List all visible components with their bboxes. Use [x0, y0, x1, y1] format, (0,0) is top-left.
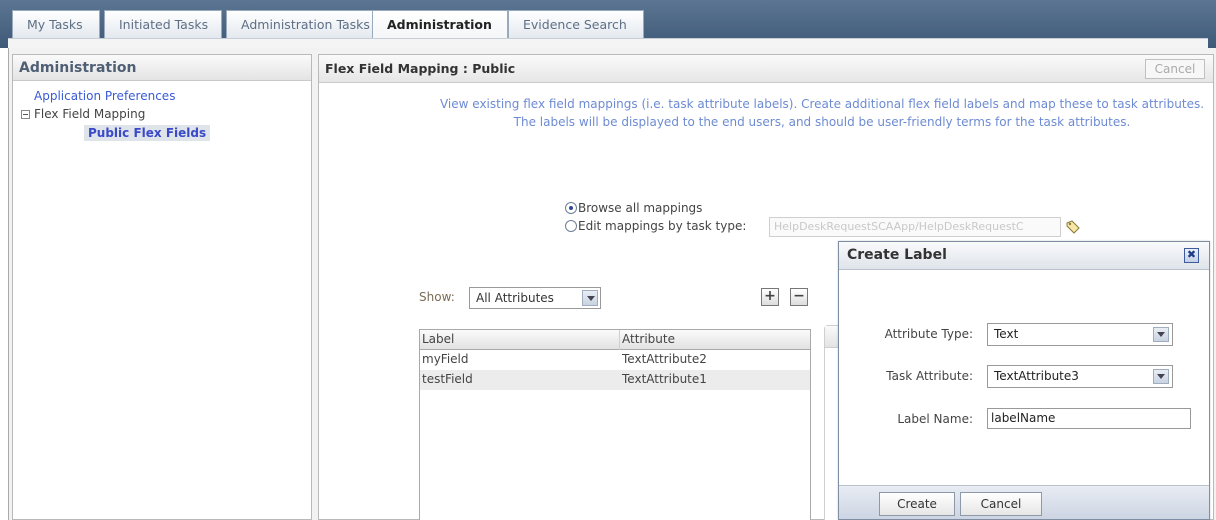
dialog-cancel-button[interactable]: Cancel — [960, 492, 1042, 516]
tab-strip: My Tasks Initiated Tasks Administration … — [8, 10, 1208, 40]
cell-attribute: TextAttribute2 — [622, 352, 707, 366]
task-attribute-value: TextAttribute3 — [994, 369, 1079, 383]
page-title-bar: Flex Field Mapping : Public Cancel — [319, 55, 1213, 83]
mappings-table: Label Attribute myField TextAttribute2 t… — [419, 329, 811, 520]
radio-edit-label: Edit mappings by task type: — [578, 219, 747, 233]
tab-my-tasks[interactable]: My Tasks — [12, 10, 100, 38]
collapse-icon[interactable] — [21, 110, 30, 119]
add-button[interactable]: + — [761, 288, 779, 306]
radio-selected-icon[interactable] — [565, 202, 577, 214]
search-lookup-icon[interactable] — [1065, 220, 1081, 234]
tab-administration[interactable]: Administration — [372, 10, 508, 40]
dialog-title-bar: Create Label ✖ — [839, 242, 1209, 270]
radio-edit-by-task-type[interactable]: Edit mappings by task type: — [565, 219, 746, 233]
show-filter-value: All Attributes — [476, 291, 554, 305]
create-button[interactable]: Create — [879, 492, 955, 516]
cell-attribute: TextAttribute1 — [622, 372, 707, 386]
tab-initiated-tasks[interactable]: Initiated Tasks — [104, 10, 222, 38]
tab-label: Initiated Tasks — [119, 17, 209, 32]
cell-label: testField — [422, 372, 473, 386]
label-name-input[interactable]: labelName — [987, 408, 1191, 429]
page-title: Flex Field Mapping : Public — [325, 61, 516, 76]
cancel-button[interactable]: Cancel — [1145, 59, 1205, 79]
tab-label: Administration — [387, 17, 492, 32]
task-attribute-label: Task Attribute: — [886, 369, 973, 383]
sidebar-item-public-flex-fields[interactable]: Public Flex Fields — [84, 125, 211, 141]
table-header: Label Attribute — [420, 330, 810, 350]
remove-button[interactable]: − — [790, 288, 808, 306]
admin-sidebar: Administration Application Preferences F… — [12, 54, 312, 520]
cell-label: myField — [422, 352, 469, 366]
tab-administration-tasks[interactable]: Administration Tasks — [226, 10, 374, 38]
task-type-field[interactable]: HelpDeskRequestSCAApp/HelpDeskRequestC — [769, 217, 1061, 237]
dialog-title: Create Label — [847, 247, 947, 263]
description-line-1: View existing flex field mappings (i.e. … — [439, 97, 1205, 111]
tab-evidence-search[interactable]: Evidence Search — [508, 10, 644, 38]
tab-label: Evidence Search — [523, 17, 627, 32]
tab-label: Administration Tasks — [241, 17, 370, 32]
task-attribute-select[interactable]: TextAttribute3 — [987, 365, 1173, 388]
attribute-type-select[interactable]: Text — [987, 323, 1173, 346]
description-line-2: The labels will be displayed to the end … — [513, 115, 1131, 129]
close-icon[interactable]: ✖ — [1184, 248, 1199, 263]
sidebar-title: Administration — [13, 55, 311, 81]
description: View existing flex field mappings (i.e. … — [319, 95, 1215, 131]
column-header-attribute[interactable]: Attribute — [620, 330, 806, 350]
attribute-type-value: Text — [994, 327, 1019, 341]
chevron-down-icon[interactable] — [1153, 327, 1169, 342]
tab-label: My Tasks — [27, 17, 83, 32]
table-row[interactable]: testField TextAttribute1 — [420, 370, 810, 390]
tab-underline — [8, 38, 1208, 48]
radio-browse-label: Browse all mappings — [578, 201, 703, 215]
chevron-down-icon[interactable] — [582, 290, 598, 306]
chevron-down-icon[interactable] — [1153, 369, 1169, 384]
label-name-label: Label Name: — [897, 412, 973, 426]
show-filter-select[interactable]: All Attributes — [469, 287, 601, 309]
table-row[interactable]: myField TextAttribute2 — [420, 350, 810, 370]
radio-unselected-icon[interactable] — [565, 220, 577, 232]
sidebar-item-flex-field-mapping[interactable]: Flex Field Mapping — [34, 107, 145, 121]
dialog-footer: Create Cancel — [839, 485, 1209, 519]
column-header-label[interactable]: Label — [420, 330, 620, 350]
create-label-dialog: Create Label ✖ Attribute Type: Text Task… — [838, 241, 1210, 520]
attribute-type-label: Attribute Type: — [884, 327, 973, 341]
show-label: Show: — [419, 290, 455, 304]
radio-browse-all[interactable]: Browse all mappings — [565, 201, 702, 215]
sidebar-item-application-preferences[interactable]: Application Preferences — [34, 89, 175, 103]
